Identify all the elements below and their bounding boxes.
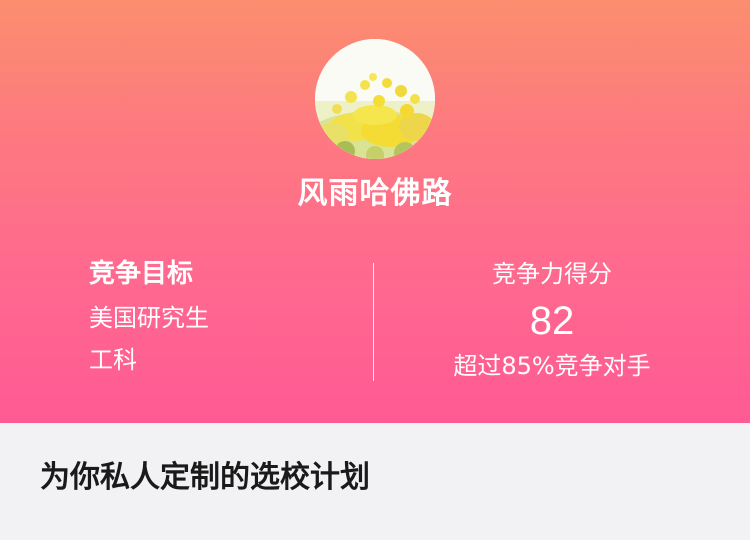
flower-field-icon [315,39,435,159]
goal-field: 工科 [89,346,137,374]
competition-goal: 竞争目标 美国研究生 工科 [89,256,209,376]
goal-title: 竞争目标 [89,259,194,289]
competitiveness-score: 竞争力得分 82 超过85%竞争对手 [374,256,730,383]
section-title-school-plan: 为你私人定制的选校计划 [40,460,370,495]
avatar[interactable] [315,39,435,159]
score-value: 82 [529,299,575,343]
profile-header: 风雨哈佛路 竞争目标 美国研究生 工科 竞争力得分 82 超过85%竞争对手 [0,0,750,423]
goal-degree: 美国研究生 [89,304,209,332]
score-label: 竞争力得分 [492,260,612,288]
score-description: 超过85%竞争对手 [453,352,651,380]
username: 风雨哈佛路 [297,176,453,211]
